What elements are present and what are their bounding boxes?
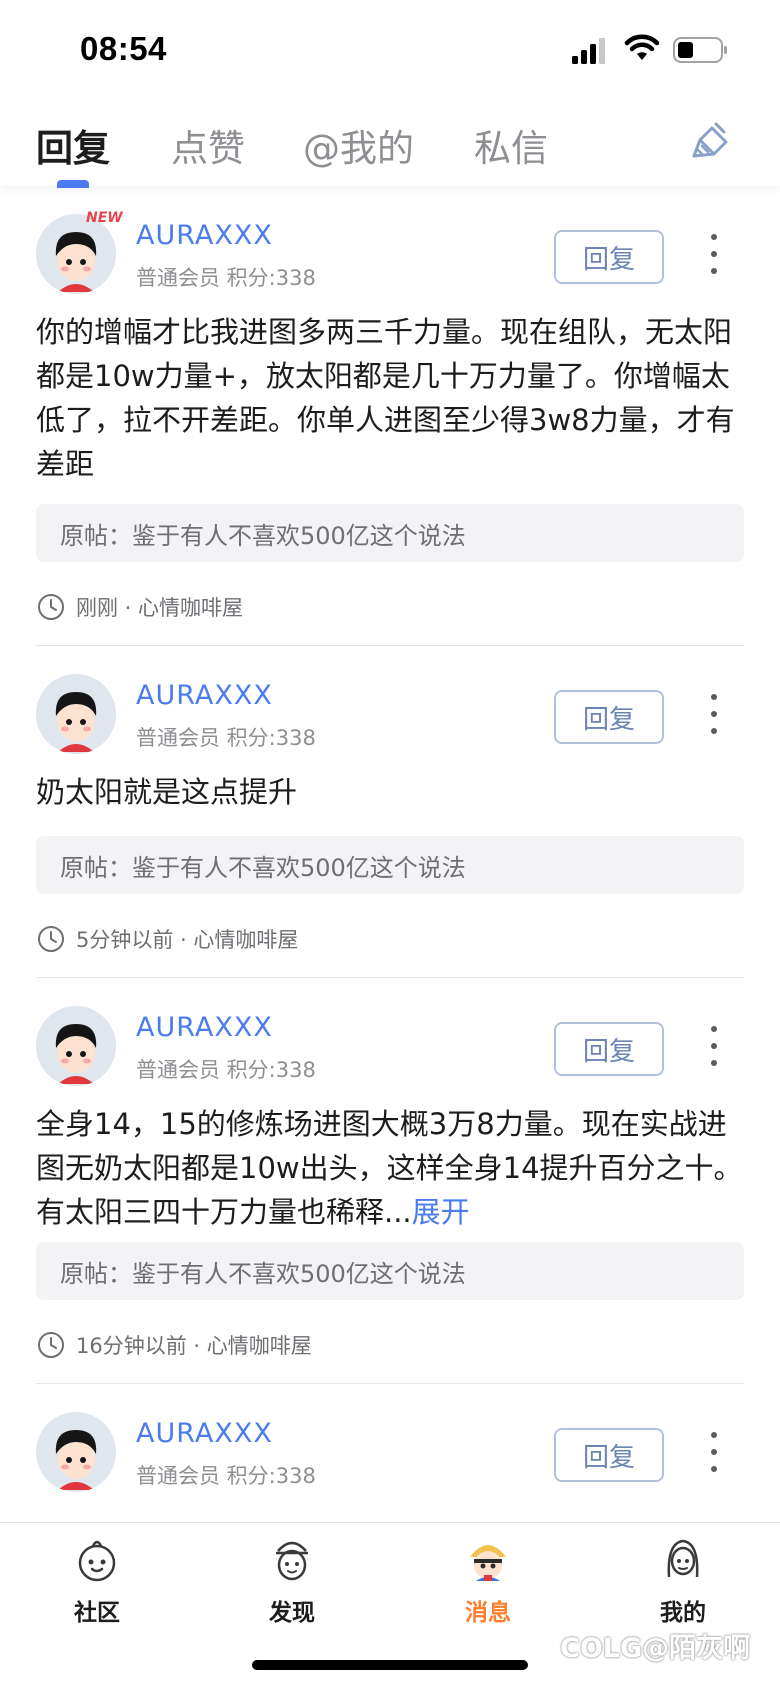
item-divider — [36, 1383, 744, 1384]
more-options-icon[interactable] — [706, 694, 722, 734]
new-badge: NEW — [86, 210, 123, 226]
original-post-quote[interactable]: 原帖：鉴于有人不喜欢500亿这个说法 — [36, 1242, 744, 1300]
nav-discover[interactable]: 发现 — [232, 1533, 352, 1627]
user-meta: 普通会员 积分:338 — [136, 1058, 316, 1082]
reply-content[interactable]: 你的增幅才比我进图多两三千力量。现在组队，无太阳都是10w力量+，放太阳都是几十… — [36, 310, 746, 486]
timestamp-row: 16分钟以前 · 心情咖啡屋 — [36, 1330, 312, 1360]
avatar[interactable] — [36, 1412, 116, 1492]
active-tab-indicator — [57, 180, 89, 188]
clock-icon — [38, 1332, 64, 1358]
wifi-icon — [624, 34, 660, 60]
reply-content[interactable]: 奶太阳就是这点提升 — [36, 770, 746, 814]
timestamp-text: 5分钟以前 · 心情咖啡屋 — [76, 928, 299, 952]
tab-reply[interactable]: 回复 — [36, 118, 110, 172]
cartoon-avatar-icon — [36, 214, 116, 294]
reply-content[interactable]: 全身14，15的修炼场进图大概3万8力量。现在实战进图无奶太阳都是10w出头，这… — [36, 1102, 746, 1234]
watermark: COLG@陌灰啊 — [560, 1633, 751, 1664]
tab-mentions[interactable]: @我的 — [303, 118, 414, 172]
username[interactable]: AURAXXX — [136, 220, 273, 251]
reply-content-text: 全身14，15的修炼场进图大概3万8力量。现在实战进图无奶太阳都是10w出头，这… — [36, 1107, 743, 1229]
timestamp-text: 16分钟以前 · 心情咖啡屋 — [76, 1334, 312, 1358]
nav-community[interactable]: 社区 — [37, 1533, 157, 1627]
messages-icon — [470, 1545, 506, 1581]
avatar[interactable] — [36, 214, 116, 294]
discover-icon — [276, 1541, 308, 1581]
nav-label-discover: 发现 — [269, 1600, 315, 1626]
more-options-icon[interactable] — [706, 234, 722, 274]
reply-button[interactable]: 回复 — [554, 230, 664, 284]
original-post-quote[interactable]: 原帖：鉴于有人不喜欢500亿这个说法 — [36, 836, 744, 894]
reply-button[interactable]: 回复 — [554, 1022, 664, 1076]
username[interactable]: AURAXXX — [136, 680, 273, 711]
home-indicator[interactable] — [252, 1660, 528, 1670]
nav-messages[interactable]: 消息 — [428, 1533, 548, 1627]
reply-button[interactable]: 回复 — [554, 690, 664, 744]
user-meta: 普通会员 积分:338 — [136, 266, 316, 290]
timestamp-text: 刚刚 · 心情咖啡屋 — [76, 596, 244, 620]
item-divider — [36, 645, 744, 646]
nav-label-profile: 我的 — [660, 1600, 706, 1626]
more-options-icon[interactable] — [706, 1432, 722, 1472]
user-meta: 普通会员 积分:338 — [136, 726, 316, 750]
tab-private-messages[interactable]: 私信 — [474, 118, 548, 172]
clock-icon — [38, 594, 64, 620]
nav-label-messages: 消息 — [465, 1600, 511, 1626]
status-bar: 08:54 — [0, 0, 780, 100]
item-divider — [36, 977, 744, 978]
nav-label-community: 社区 — [74, 1600, 120, 1626]
battery-icon — [673, 37, 727, 63]
profile-icon — [667, 1539, 699, 1578]
nav-profile[interactable]: 我的 — [623, 1533, 743, 1627]
user-meta: 普通会员 积分:338 — [136, 1464, 316, 1488]
clear-broom-icon[interactable] — [690, 120, 734, 164]
cartoon-avatar-icon — [36, 674, 116, 754]
original-post-quote[interactable]: 原帖：鉴于有人不喜欢500亿这个说法 — [36, 504, 744, 562]
avatar[interactable] — [36, 1006, 116, 1086]
cartoon-avatar-icon — [36, 1412, 116, 1492]
clock-icon — [38, 926, 64, 952]
expand-link[interactable]: 展开 — [412, 1195, 470, 1229]
message-tabs: 回复 点赞 @我的 私信 — [0, 100, 780, 188]
status-time: 08:54 — [80, 30, 167, 67]
avatar[interactable] — [36, 674, 116, 754]
tab-likes[interactable]: 点赞 — [171, 118, 245, 172]
community-icon — [78, 1540, 116, 1582]
username[interactable]: AURAXXX — [136, 1418, 273, 1449]
timestamp-row: 5分钟以前 · 心情咖啡屋 — [36, 924, 298, 954]
username[interactable]: AURAXXX — [136, 1012, 273, 1043]
more-options-icon[interactable] — [706, 1026, 722, 1066]
cellular-signal-icon — [572, 38, 605, 64]
cartoon-avatar-icon — [36, 1006, 116, 1086]
reply-button[interactable]: 回复 — [554, 1428, 664, 1482]
timestamp-row: 刚刚 · 心情咖啡屋 — [36, 592, 243, 622]
